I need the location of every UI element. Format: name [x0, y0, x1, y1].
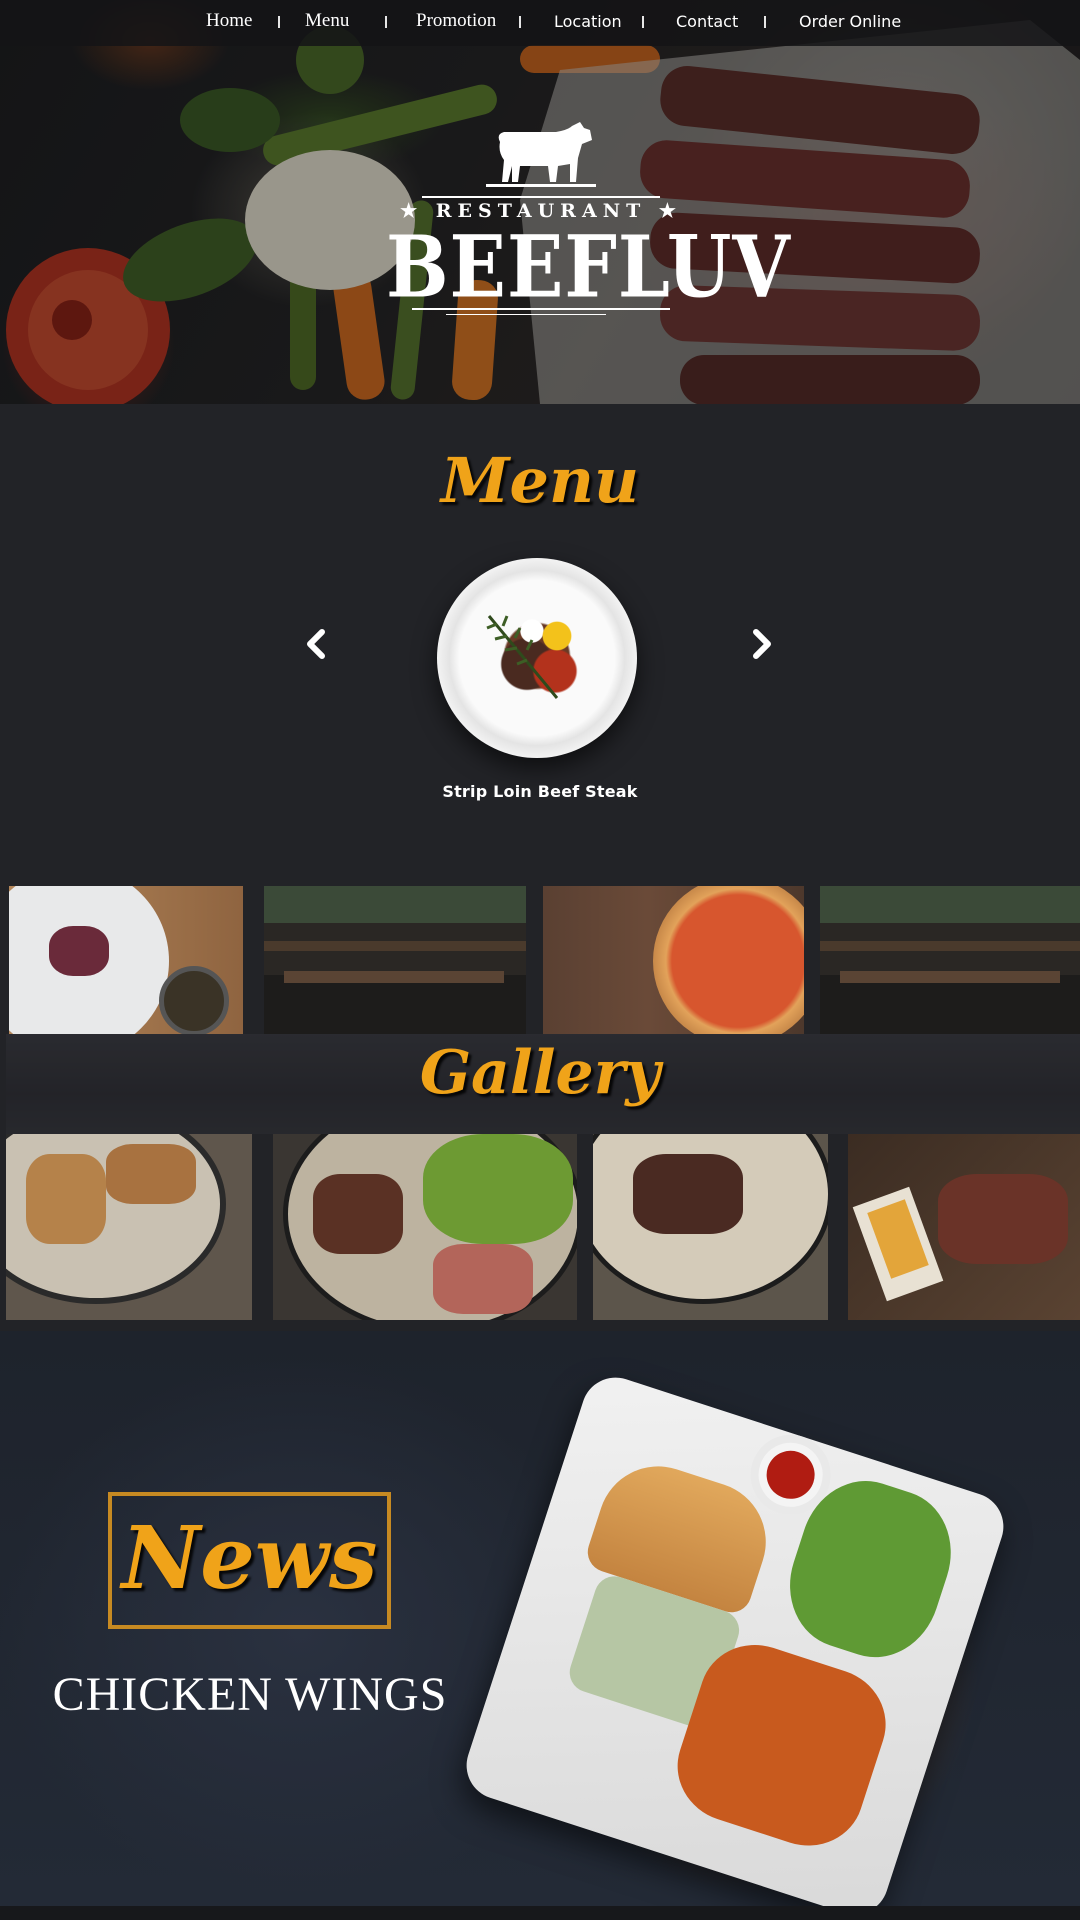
gallery-photo-steak-fries[interactable] — [848, 1134, 1080, 1320]
gallery-photo-dining-room-2[interactable] — [820, 886, 1080, 1034]
nav-separator — [764, 16, 766, 28]
gallery-photo-plated-beef[interactable] — [9, 886, 243, 1034]
rosemary-garnish — [486, 615, 559, 699]
nav-order-online[interactable]: Order Online — [799, 12, 901, 31]
chevron-left-icon[interactable] — [296, 624, 336, 664]
gallery-section: Gallery — [0, 886, 1080, 1331]
news-heading: News — [121, 1508, 378, 1609]
nav-contact[interactable]: Contact — [676, 12, 738, 31]
nav-home[interactable]: Home — [206, 10, 252, 32]
footer-strip — [0, 1906, 1080, 1920]
news-food-image[interactable] — [457, 1368, 1013, 1906]
menu-heading: Menu — [440, 444, 640, 517]
gallery-photo-pizza[interactable] — [543, 886, 804, 1034]
gallery-photo-beef-salad[interactable] — [273, 1134, 577, 1320]
gallery-photo-dining-room[interactable] — [264, 886, 526, 1034]
restaurant-logo[interactable]: ★ RESTAURANT ★ BEEFLUV — [386, 120, 791, 320]
gallery-photo-fried-chicken[interactable] — [6, 1134, 252, 1320]
news-headline[interactable]: CHICKEN WINGS — [0, 1667, 500, 1722]
nav-menu[interactable]: Menu — [305, 10, 349, 32]
nav-separator — [278, 16, 280, 28]
nav-separator — [642, 16, 644, 28]
nav-location[interactable]: Location — [554, 12, 622, 31]
news-section: News CHICKEN WINGS — [0, 1331, 1080, 1906]
menu-section: Menu Strip Loin Beef Steak — [0, 404, 1080, 886]
chevron-right-icon[interactable] — [742, 624, 782, 664]
dish-name: Strip Loin Beef Steak — [442, 782, 638, 801]
gallery-photo-grilled-beef[interactable] — [593, 1134, 828, 1320]
gallery-heading: Gallery — [419, 1038, 661, 1108]
nav-separator — [519, 16, 521, 28]
hero-banner: Home Menu Promotion Location Contact Ord… — [0, 0, 1080, 404]
cow-icon — [486, 122, 596, 187]
news-heading-frame: News — [108, 1492, 391, 1629]
nav-promotion[interactable]: Promotion — [416, 10, 496, 32]
logo-brand-name: BEEFLUV — [386, 218, 791, 317]
dish-image[interactable] — [437, 558, 637, 758]
nav-separator — [385, 16, 387, 28]
top-navigation: Home Menu Promotion Location Contact Ord… — [0, 0, 1080, 46]
